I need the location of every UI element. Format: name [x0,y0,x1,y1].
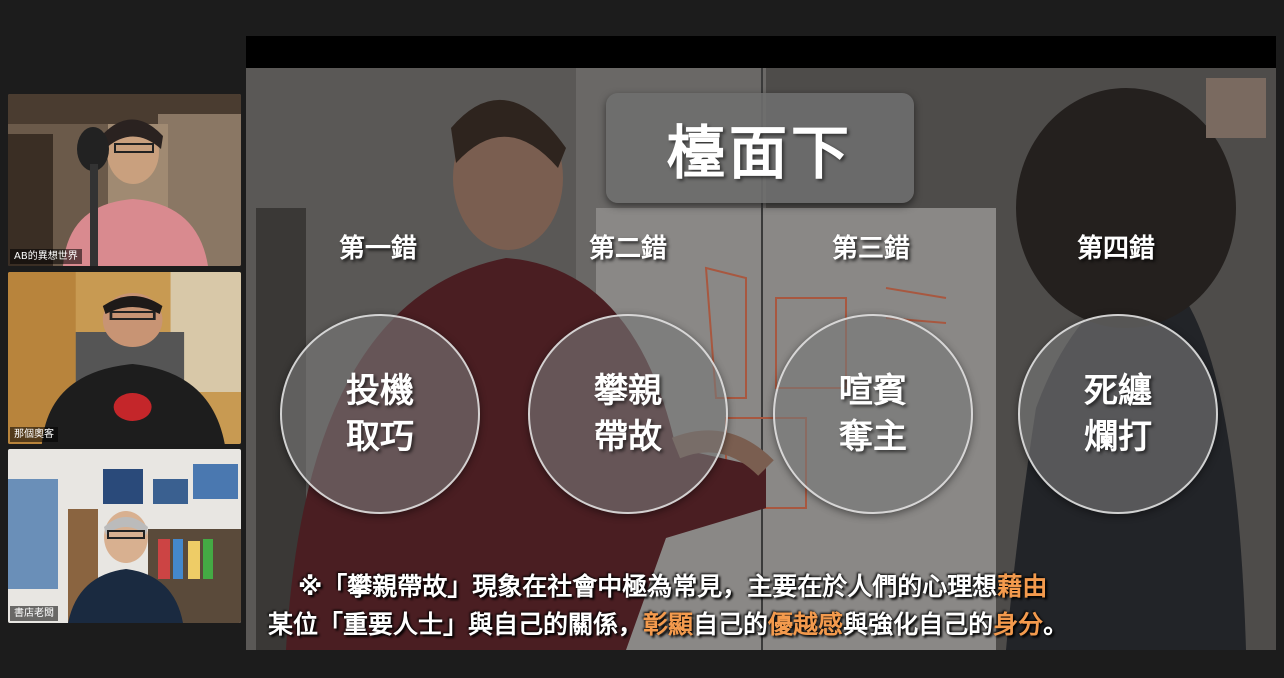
caption-line-2: 某位「重要人士」與自己的關係，彰顯自己的優越感與強化自己的身分。 [246,606,1276,644]
slide-title-box: 檯面下 [606,93,914,203]
mistake-text-2: 攀親 帶故 [594,371,662,457]
mistake-label-2: 第二錯 [588,234,667,264]
caption-text: 與強化自己的 [843,610,994,639]
slide-title: 檯面下 [666,119,853,187]
participant-name: AB的異想世界 [10,249,82,264]
participant-name: 那個奧客 [10,427,58,442]
mistake-label-4: 第四錯 [1076,234,1155,264]
participant-video [8,449,241,623]
mistake-circle-1: 投機 取巧 [280,314,480,514]
mistake-text-1: 投機 取巧 [346,371,414,457]
participant-video [8,94,241,266]
mistake-label-3: 第三錯 [831,234,910,264]
share-letterbox [246,36,1276,68]
caption-highlight: 優越感 [768,610,844,639]
mistake-text-3: 喧賓 奪主 [839,371,907,457]
video-call-window: AB的異想世界 那個奧客 書店老闆 檯面下 第一錯 第二錯 第三錯 第四錯 投機… [0,0,1284,678]
mistake-text-4: 死纏 爛打 [1084,371,1152,457]
shared-screen[interactable]: 檯面下 第一錯 第二錯 第三錯 第四錯 投機 取巧 攀親 帶故 喧賓 奪主 死纏… [246,36,1276,650]
caption-line-1: ※「攀親帶故」現象在社會中極為常見，主要在於人們的心理想藉由 [246,568,1276,606]
participant-name: 書店老闆 [10,606,58,621]
caption-text: ※「攀親帶故」現象在社會中極為常見，主要在於人們的心理想 [298,572,998,601]
mistake-circle-2: 攀親 帶故 [528,314,728,514]
mistake-circle-3: 喧賓 奪主 [773,314,973,514]
caption-highlight: 彰顯 [643,610,694,639]
mistake-circle-4: 死纏 爛打 [1018,314,1218,514]
participant-tile[interactable]: 那個奧客 [8,272,241,444]
mistake-label-1: 第一錯 [338,234,417,264]
participant-video [8,272,241,444]
participant-tile[interactable]: AB的異想世界 [8,94,241,266]
caption-text: 。 [1043,610,1069,639]
caption-highlight: 身分 [993,610,1044,639]
participant-tile[interactable]: 書店老闆 [8,449,241,623]
caption-text: 自己的 [693,610,769,639]
presentation-slide: 檯面下 第一錯 第二錯 第三錯 第四錯 投機 取巧 攀親 帶故 喧賓 奪主 死纏… [246,68,1276,650]
slide-caption: ※「攀親帶故」現象在社會中極為常見，主要在於人們的心理想藉由 某位「重要人士」與… [246,568,1276,644]
caption-highlight: 藉由 [997,572,1048,601]
caption-text: 某位「重要人士」與自己的關係， [268,610,644,639]
